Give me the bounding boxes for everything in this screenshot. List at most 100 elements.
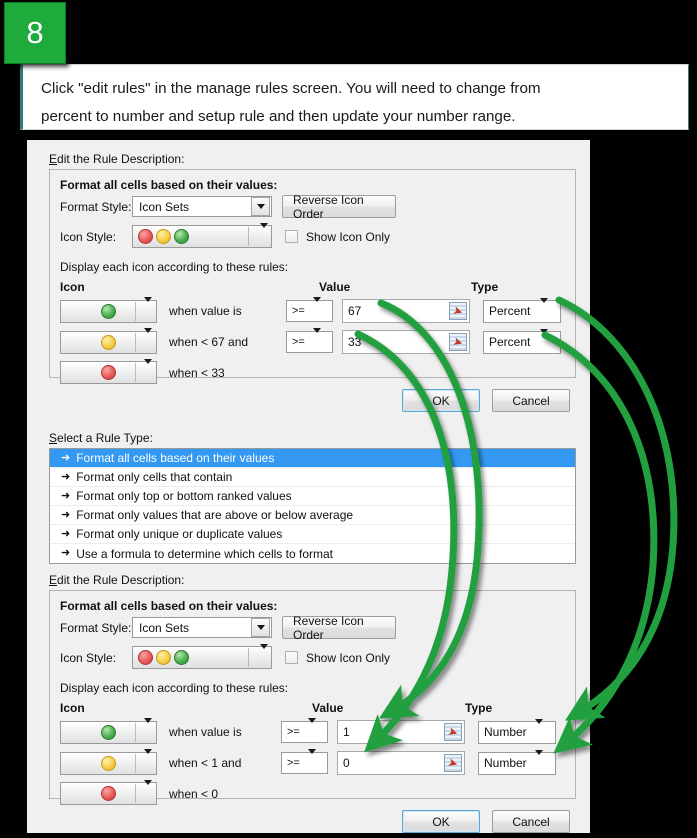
chevron-down-icon[interactable] bbox=[144, 749, 152, 772]
chevron-down-icon[interactable] bbox=[144, 328, 152, 351]
chevron-down-icon[interactable] bbox=[251, 618, 270, 637]
chevron-down-icon[interactable] bbox=[251, 197, 270, 216]
rule-type-item-3[interactable]: ➜ Format only values that are above or b… bbox=[50, 506, 575, 525]
chevron-down-icon[interactable] bbox=[144, 358, 152, 382]
green-circle-icon bbox=[101, 724, 116, 740]
top-icon-style-label: Icon Style: bbox=[60, 229, 117, 244]
chevron-down-icon[interactable] bbox=[144, 297, 152, 320]
bottom-group-title: Format all cells based on their values: bbox=[60, 599, 278, 613]
top-value-1: 67 bbox=[348, 304, 362, 318]
rule-type-label-5: Use a formula to determine which cells t… bbox=[76, 546, 333, 561]
bottom-icon-selector-3[interactable] bbox=[60, 779, 157, 805]
top-type-1: Percent bbox=[489, 304, 531, 318]
green-circle-icon bbox=[101, 303, 116, 319]
range-picker-icon[interactable]: ➤ bbox=[444, 754, 462, 772]
top-dialog-footer: OK Cancel bbox=[27, 389, 590, 412]
bottom-format-style-combo[interactable]: Icon Sets bbox=[132, 617, 272, 638]
bottom-format-style-value: Icon Sets bbox=[139, 620, 190, 635]
step-number: 8 bbox=[26, 15, 44, 50]
top-reverse-icon-order-label: Reverse Icon Order bbox=[293, 192, 364, 221]
yellow-circle-icon bbox=[101, 755, 116, 771]
bottom-icon-selector-2[interactable] bbox=[60, 749, 157, 775]
bottom-edit-rule-description-label: Edit the Rule Description: bbox=[49, 573, 185, 587]
rule-type-item-0[interactable]: ➜ Format all cells based on their values bbox=[50, 449, 575, 468]
bottom-cancel-button[interactable]: Cancel bbox=[492, 810, 570, 833]
range-picker-icon[interactable]: ➤ bbox=[444, 723, 462, 741]
bottom-type-combo-2[interactable]: Number bbox=[478, 749, 556, 775]
top-icon-rule-row: when < 67 and >= 33 ➤ Percent bbox=[60, 328, 575, 354]
bottom-icon-selector-1[interactable] bbox=[60, 718, 157, 744]
top-format-style-label: Format Style: bbox=[60, 199, 132, 214]
chevron-down-icon[interactable] bbox=[313, 297, 331, 320]
top-condition-2: when < 67 and bbox=[169, 335, 249, 349]
bottom-icon-style-label: Icon Style: bbox=[60, 650, 117, 665]
bottom-dialog-footer: OK Cancel bbox=[27, 810, 590, 833]
chevron-down-icon[interactable] bbox=[260, 643, 268, 667]
top-format-style-combo[interactable]: Icon Sets bbox=[132, 196, 272, 217]
top-value-2: 33 bbox=[348, 335, 362, 349]
top-icon-rule-row: when < 33 bbox=[60, 358, 575, 384]
bottom-ok-label: OK bbox=[432, 814, 450, 829]
bottom-rule-group: Format all cells based on their values: … bbox=[49, 590, 576, 805]
top-operator-combo-1[interactable]: >= bbox=[286, 297, 333, 322]
red-circle-icon bbox=[101, 365, 116, 380]
rule-type-list[interactable]: ➜ Format all cells based on their values… bbox=[49, 448, 576, 564]
top-value-input-1[interactable]: 67 ➤ bbox=[342, 299, 470, 323]
chevron-down-icon[interactable] bbox=[144, 779, 152, 803]
chevron-down-icon[interactable] bbox=[540, 328, 558, 352]
top-icon-style-combo[interactable] bbox=[132, 222, 272, 248]
chevron-down-icon[interactable] bbox=[540, 297, 558, 321]
top-icon-selector-3[interactable] bbox=[60, 358, 157, 384]
bottom-show-icon-only-checkbox[interactable] bbox=[285, 651, 298, 664]
top-type-2: Percent bbox=[489, 335, 531, 349]
rule-type-label-0: Format all cells based on their values bbox=[76, 451, 275, 465]
range-picker-icon[interactable]: ➤ bbox=[449, 333, 467, 351]
rule-type-item-1[interactable]: ➜ Format only cells that contain bbox=[50, 468, 575, 487]
bottom-operator-combo-2[interactable]: >= bbox=[281, 749, 328, 774]
bottom-value-input-1[interactable]: 1 ➤ bbox=[337, 720, 465, 744]
rule-type-item-4[interactable]: ➜ Format only unique or duplicate values bbox=[50, 525, 575, 544]
range-picker-icon[interactable]: ➤ bbox=[449, 302, 467, 320]
bottom-show-icon-only-label: Show Icon Only bbox=[306, 650, 391, 665]
top-operator-2: >= bbox=[292, 336, 305, 348]
rule-type-label-3: Format only values that are above or bel… bbox=[76, 508, 354, 522]
rule-type-item-5[interactable]: ➜ Use a formula to determine which cells… bbox=[50, 544, 575, 563]
rule-type-label-4: Format only unique or duplicate values bbox=[76, 527, 283, 541]
top-show-icon-only-checkbox[interactable] bbox=[285, 230, 298, 243]
bottom-type-combo-1[interactable]: Number bbox=[478, 718, 556, 744]
chevron-down-icon[interactable] bbox=[260, 222, 268, 246]
chevron-down-icon[interactable] bbox=[313, 328, 331, 351]
step-number-badge: 8 bbox=[4, 2, 66, 64]
top-operator-combo-2[interactable]: >= bbox=[286, 328, 333, 353]
top-value-input-2[interactable]: 33 ➤ bbox=[342, 330, 470, 354]
bottom-icon-style-combo[interactable] bbox=[132, 643, 272, 669]
top-cancel-button[interactable]: Cancel bbox=[492, 389, 570, 412]
top-type-combo-2[interactable]: Percent bbox=[483, 328, 561, 354]
bottom-ok-button[interactable]: OK bbox=[402, 810, 480, 833]
top-rule-editor-section: EEdit the Rule Description:dit the Rule … bbox=[27, 152, 590, 412]
top-icon-selector-1[interactable] bbox=[60, 297, 157, 323]
yellow-circle-icon bbox=[156, 650, 171, 665]
top-icon-selector-2[interactable] bbox=[60, 328, 157, 354]
top-col-type-header: Type bbox=[471, 280, 499, 294]
top-type-combo-1[interactable]: Percent bbox=[483, 297, 561, 323]
top-ok-button[interactable]: OK bbox=[402, 389, 480, 412]
chevron-down-icon[interactable] bbox=[144, 718, 152, 741]
chevron-down-icon[interactable] bbox=[535, 718, 553, 742]
bottom-operator-combo-1[interactable]: >= bbox=[281, 718, 328, 743]
rule-type-label-1: Format only cells that contain bbox=[76, 470, 233, 484]
chevron-down-icon[interactable] bbox=[308, 749, 326, 772]
bottom-reverse-icon-order-button[interactable]: Reverse Icon Order bbox=[282, 613, 396, 642]
top-format-style-value: Icon Sets bbox=[139, 199, 190, 214]
top-reverse-icon-order-button[interactable]: Reverse Icon Order bbox=[282, 192, 396, 221]
bottom-icon-rule-row: when value is >= 1 ➤ Number bbox=[60, 718, 575, 744]
yellow-circle-icon bbox=[156, 229, 171, 244]
chevron-down-icon[interactable] bbox=[535, 749, 553, 773]
rule-type-item-2[interactable]: ➜ Format only top or bottom ranked value… bbox=[50, 487, 575, 506]
bottom-col-type-header: Type bbox=[465, 701, 493, 715]
chevron-down-icon[interactable] bbox=[308, 718, 326, 741]
bottom-value-input-2[interactable]: 0 ➤ bbox=[337, 751, 465, 775]
instruction-line-1: Click "edit rules" in the manage rules s… bbox=[41, 80, 541, 97]
top-condition-3: when < 33 bbox=[169, 365, 225, 380]
bottom-reverse-icon-order-label: Reverse Icon Order bbox=[293, 613, 364, 642]
